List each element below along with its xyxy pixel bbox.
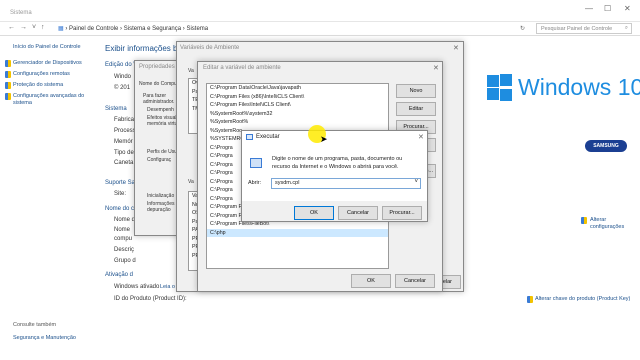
search-icon: ⌕: [624, 25, 628, 31]
system-section-label: Sistema: [105, 106, 127, 112]
breadcrumb: ▦ › Painel de Controle › Sistema e Segur…: [58, 26, 209, 32]
computer-line: compu: [114, 236, 133, 242]
cancel-button[interactable]: Cancelar: [338, 206, 378, 220]
see-also-label: Consulte também: [13, 322, 57, 328]
close-icon[interactable]: ✕: [453, 44, 459, 52]
device-manager-link[interactable]: Gerenciador de Dispositivos: [13, 60, 82, 66]
computer-line: Descriç: [114, 247, 135, 253]
samsung-logo: SAMSUNG: [585, 140, 627, 152]
cancel-button[interactable]: Cancelar: [395, 274, 435, 288]
run-description: Digite o nome de um programa, pasta, doc…: [272, 156, 403, 170]
activation-status: Windows ativado: [114, 284, 160, 290]
dropdown-icon[interactable]: ˅: [414, 179, 418, 185]
security-maintenance-link[interactable]: Segurança e Manutenção: [13, 335, 76, 341]
shield-icon: [527, 296, 533, 303]
open-input-value: sysdm.cpl: [275, 180, 300, 186]
shield-icon: [5, 60, 11, 67]
edition-line: Windo: [114, 74, 132, 80]
shield-icon: [5, 82, 11, 89]
refresh-icon[interactable]: ↻: [520, 25, 525, 32]
computer-section-label: Nome do c: [105, 206, 135, 212]
path-item[interactable]: C:\Program Files\Intel\iCLS Client\: [207, 101, 388, 110]
close-icon[interactable]: ✕: [624, 4, 631, 13]
system-line: Memór: [114, 139, 133, 145]
windows-10-brand: Windows 10: [518, 74, 640, 100]
new-button[interactable]: Novo: [396, 84, 436, 98]
control-panel-home-link[interactable]: Início do Painel de Controle: [13, 44, 81, 50]
activation-read-link[interactable]: Leia o: [160, 284, 175, 290]
control-panel-icon: ▦: [58, 26, 64, 32]
system-line: Caneta: [114, 160, 134, 166]
minimize-icon[interactable]: —: [585, 4, 593, 13]
shield-icon: [5, 93, 11, 100]
path-item[interactable]: %SystemRoot%\system32: [207, 110, 388, 119]
close-icon[interactable]: ✕: [433, 64, 439, 72]
search-placeholder: Pesquisar Painel de Controle: [541, 26, 613, 32]
browse-button[interactable]: Procurar...: [382, 206, 422, 220]
change-settings-link[interactable]: Alterar configurações: [590, 217, 636, 231]
run-icon: [246, 134, 253, 140]
advanced-system-settings-link[interactable]: Configurações avançadas do sistema: [13, 93, 93, 107]
computer-line: Grupo d: [114, 258, 136, 264]
activation-section-label: Ativação d: [105, 272, 134, 278]
support-site-label: Site:: [114, 191, 127, 197]
path-item[interactable]: %SystemRoot%: [207, 118, 388, 127]
dialog-title: Editar a variável de ambiente: [203, 65, 281, 71]
page-heading: Exibir informações bás: [105, 44, 186, 53]
props-line: Configuraç: [147, 157, 172, 163]
dialog-title: Variáveis de Ambiente: [180, 45, 240, 51]
user-vars-label: Va: [188, 68, 194, 74]
dialog-title: Executar: [256, 134, 280, 140]
edit-button[interactable]: Editar: [396, 102, 436, 116]
product-id-label: ID do Produto (Product ID):: [114, 296, 187, 302]
maximize-icon[interactable]: ☐: [604, 4, 611, 13]
run-dialog: Executar ✕ Digite o nome de um programa,…: [241, 130, 428, 222]
path-item-selected[interactable]: C:\php: [207, 228, 388, 237]
back-icon[interactable]: ←: [8, 24, 15, 31]
open-input[interactable]: sysdm.cpl ˅: [271, 178, 421, 189]
window-titlebar: [0, 0, 640, 22]
computer-line: Nome: [114, 227, 131, 233]
search-input[interactable]: Pesquisar Painel de Controle ⌕: [536, 23, 632, 34]
system-protection-link[interactable]: Proteção do sistema: [13, 82, 63, 88]
system-line: Fabrica: [114, 117, 135, 123]
path-item[interactable]: C:\Program Data\Oracle\Java\javapath: [207, 84, 388, 93]
ok-button[interactable]: OK: [351, 274, 391, 288]
props-line: memória virtu: [147, 121, 178, 127]
breadcrumb-item[interactable]: Painel de Controle: [69, 26, 118, 32]
props-line: depuração: [147, 207, 171, 213]
run-app-icon: [250, 158, 262, 168]
support-section-label: Suporte Sa: [105, 180, 136, 186]
change-product-key-link[interactable]: Alterar chave do produto (Product Key): [535, 296, 630, 302]
recent-pages-icon[interactable]: ˅: [32, 24, 36, 31]
remote-settings-link[interactable]: Configurações remotas: [13, 71, 70, 77]
forward-icon[interactable]: →: [20, 24, 27, 31]
open-label: Abrir:: [248, 180, 262, 186]
shield-icon: [581, 217, 587, 224]
edition-line: © 201: [114, 85, 131, 91]
props-line: Perfis de Usu: [147, 149, 178, 155]
mouse-pointer-icon: ➤: [320, 134, 328, 144]
system-line: Tipo de: [114, 150, 134, 156]
shield-icon: [5, 71, 11, 78]
props-line: Desempenh: [147, 107, 174, 113]
system-line: Process: [114, 128, 136, 134]
window-title: Sistema: [10, 10, 32, 16]
props-line: Inicialização: [147, 193, 175, 199]
props-line: administrador.: [143, 99, 175, 105]
ok-button[interactable]: OK: [294, 206, 334, 220]
up-icon[interactable]: ↑: [41, 24, 45, 31]
close-icon[interactable]: ✕: [418, 133, 424, 141]
breadcrumb-item[interactable]: Sistema e Segurança: [124, 26, 181, 32]
props-line: Nome do Compu: [139, 81, 177, 87]
breadcrumb-item[interactable]: Sistema: [186, 26, 208, 32]
path-item[interactable]: C:\Program Files (x86)\Intel\iCLS Client…: [207, 93, 388, 102]
system-vars-label: Va: [188, 179, 194, 185]
